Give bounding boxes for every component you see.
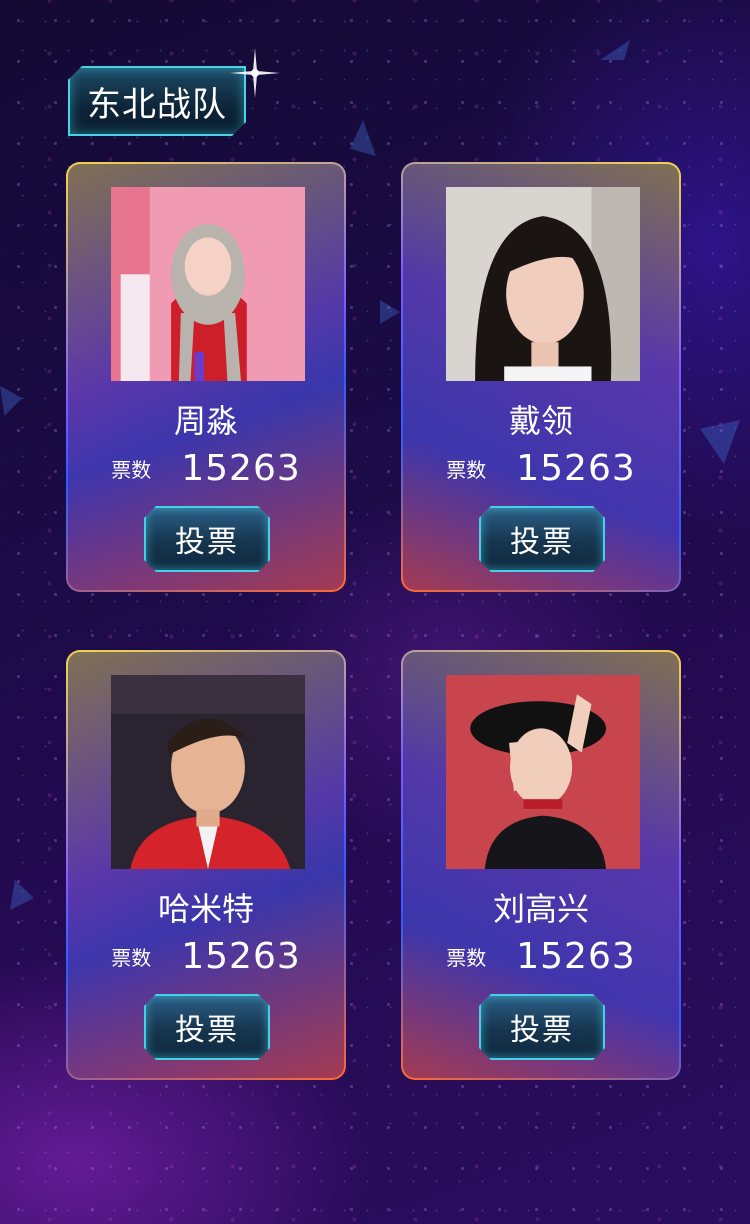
contestant-card: 刘高兴 票数 15263 投票 — [401, 650, 681, 1080]
vote-button-label: 投票 — [175, 525, 239, 560]
background-shard — [380, 300, 400, 324]
votes-count: 15263 — [516, 936, 636, 977]
contestant-photo-frame — [108, 672, 308, 872]
vote-button-label: 投票 — [510, 1013, 574, 1048]
votes-row: 票数 15263 — [403, 936, 679, 977]
votes-label: 票数 — [111, 946, 152, 970]
background-shard — [350, 120, 376, 156]
contestant-photo-frame — [443, 184, 643, 384]
votes-label: 票数 — [446, 946, 487, 970]
background-shard — [600, 40, 630, 60]
vote-button[interactable]: 投票 — [144, 506, 270, 572]
votes-row: 票数 15263 — [68, 448, 344, 489]
background-shard — [700, 420, 740, 464]
team-title-badge: 东北战队 — [68, 66, 246, 136]
contestant-name: 周淼 — [173, 402, 238, 440]
votes-row: 票数 15263 — [68, 936, 344, 977]
background-shard — [0, 386, 22, 416]
votes-count: 15263 — [516, 448, 636, 489]
contestant-photo-frame — [108, 184, 308, 384]
votes-row: 票数 15263 — [403, 448, 679, 489]
contestant-photo — [446, 675, 640, 869]
contestant-name: 哈米特 — [157, 890, 254, 928]
votes-count: 15263 — [181, 936, 301, 977]
votes-count: 15263 — [181, 448, 301, 489]
contestant-photo — [111, 675, 305, 869]
contestant-name: 刘高兴 — [492, 890, 589, 928]
background-shard — [10, 880, 34, 910]
team-title: 东北战队 — [87, 84, 227, 125]
vote-button[interactable]: 投票 — [479, 506, 605, 572]
contestant-card: 戴领 票数 15263 投票 — [401, 162, 681, 592]
contestant-name: 戴领 — [508, 402, 573, 440]
contestant-card: 周淼 票数 15263 投票 — [66, 162, 346, 592]
contestant-photo — [446, 187, 640, 381]
contestant-card: 哈米特 票数 15263 投票 — [66, 650, 346, 1080]
vote-button[interactable]: 投票 — [479, 994, 605, 1060]
votes-label: 票数 — [446, 458, 487, 482]
votes-label: 票数 — [111, 458, 152, 482]
vote-button[interactable]: 投票 — [144, 994, 270, 1060]
vote-button-label: 投票 — [510, 525, 574, 560]
vote-button-label: 投票 — [175, 1013, 239, 1048]
contestant-photo-frame — [443, 672, 643, 872]
contestant-photo — [111, 187, 305, 381]
